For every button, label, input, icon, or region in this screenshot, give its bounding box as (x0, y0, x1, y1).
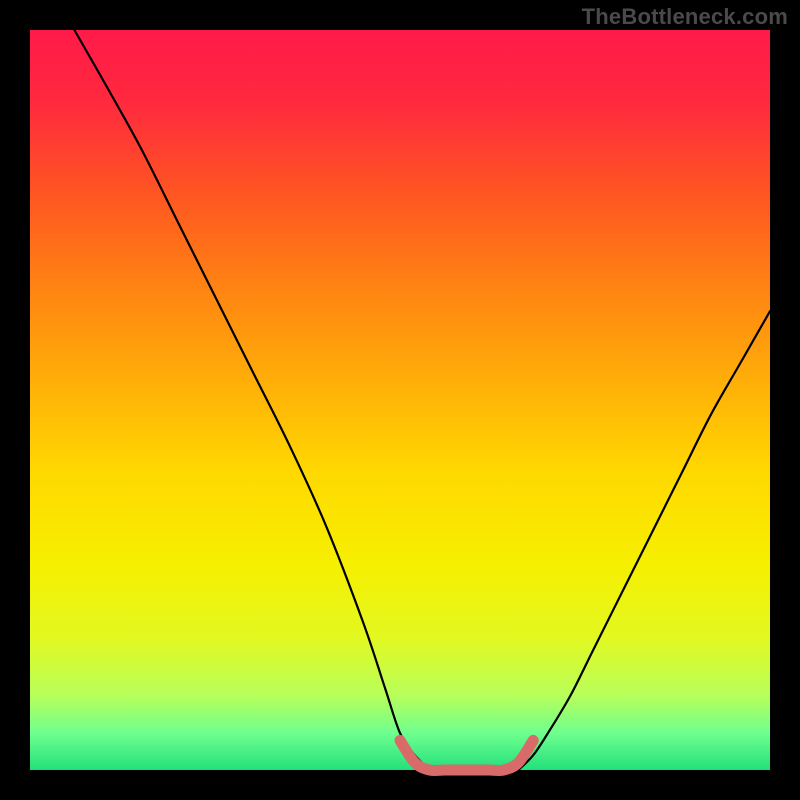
watermark-label: TheBottleneck.com (582, 4, 788, 30)
chart-frame: TheBottleneck.com (0, 0, 800, 800)
bottleneck-chart (0, 0, 800, 800)
gradient-background (30, 30, 770, 770)
